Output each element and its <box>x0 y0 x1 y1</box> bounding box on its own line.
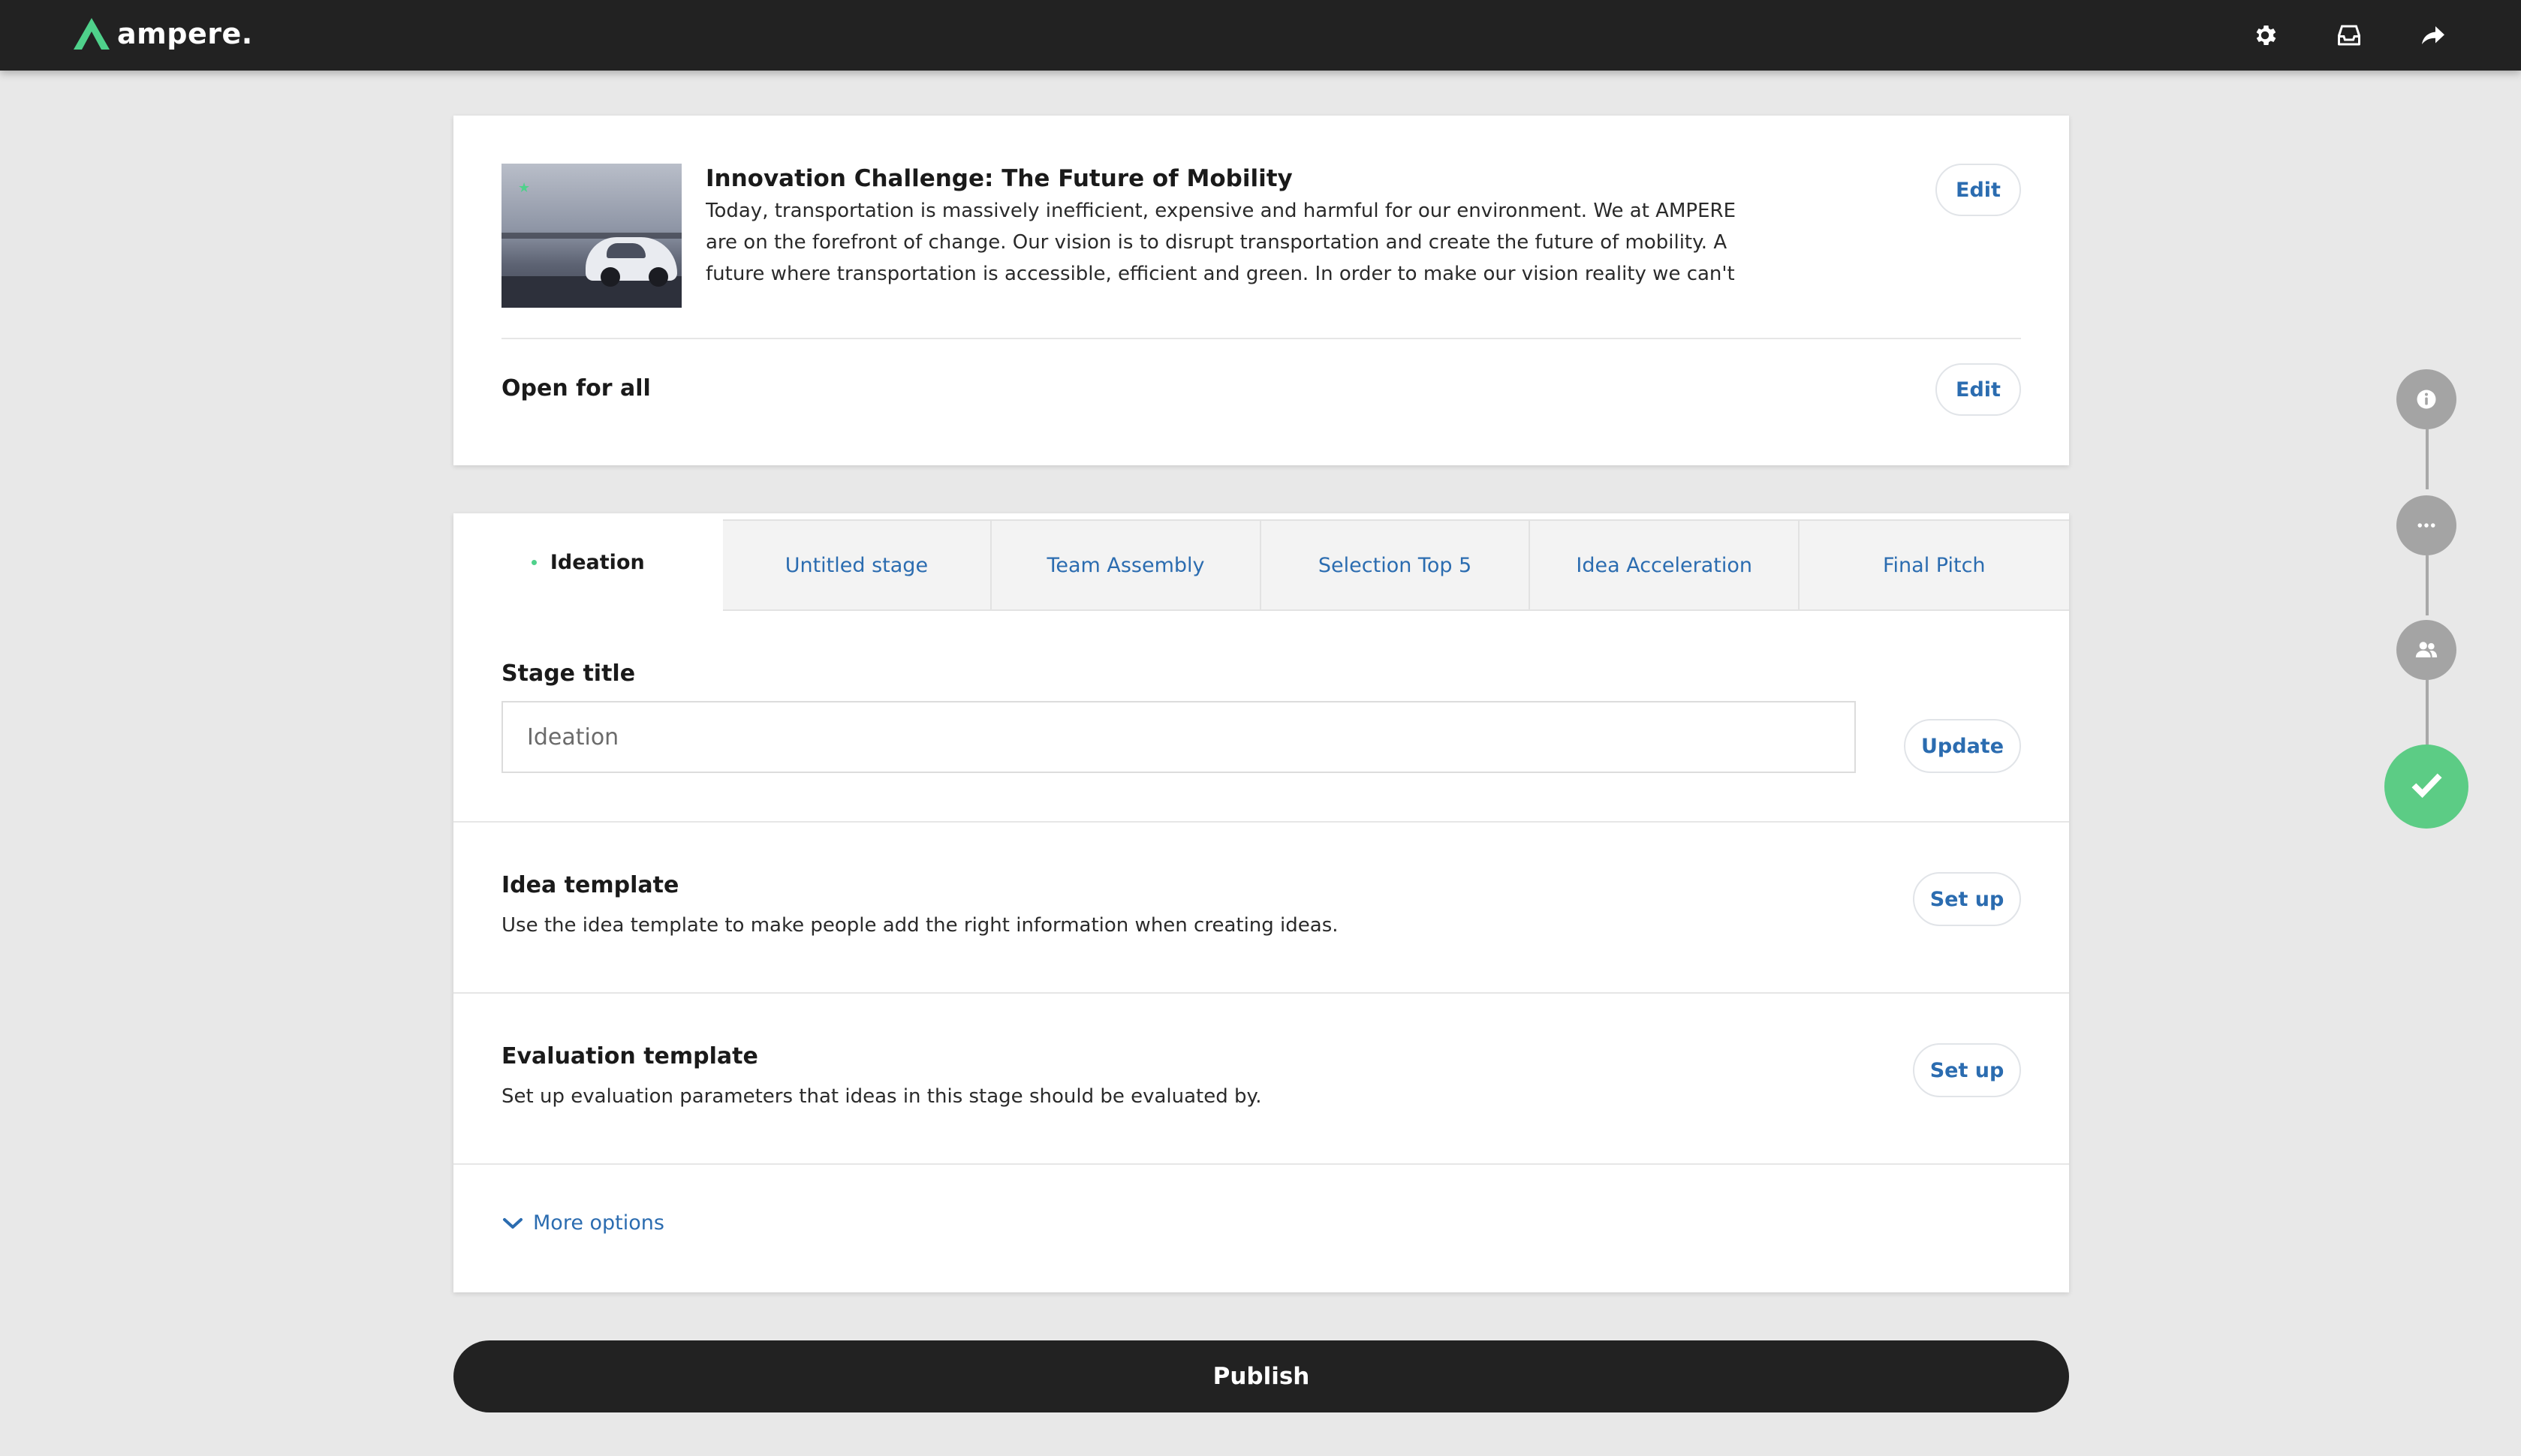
star-icon: ★ <box>518 180 531 196</box>
tab-untitled-stage[interactable]: Untitled stage <box>722 519 992 611</box>
progress-connector <box>2426 555 2429 615</box>
challenge-card: ★ Innovation Challenge: The Future of Mo… <box>453 116 2069 465</box>
challenge-description: Today, transportation is massively ineff… <box>706 200 1736 285</box>
tab-label: Untitled stage <box>785 553 929 577</box>
progress-connector <box>2426 680 2429 748</box>
inbox-icon <box>2338 25 2360 46</box>
top-bar: ampere. <box>0 0 2521 71</box>
progress-step-team[interactable] <box>2396 620 2456 680</box>
stage-tabs: Ideation Untitled stage Team Assembly Se… <box>453 513 2069 611</box>
idea-template-description: Use the idea template to make people add… <box>501 914 1339 937</box>
logo-text: ampere. <box>117 17 253 50</box>
info-icon <box>2417 390 2436 409</box>
tab-label: Idea Acceleration <box>1576 553 1752 577</box>
edit-challenge-button[interactable]: Edit <box>1935 164 2021 216</box>
settings-button[interactable] <box>2248 18 2282 53</box>
update-button[interactable]: Update <box>1904 719 2021 773</box>
inbox-button[interactable] <box>2332 18 2366 53</box>
divider <box>453 1163 2069 1165</box>
tab-team-assembly[interactable]: Team Assembly <box>992 519 1261 611</box>
challenge-title: Innovation Challenge: The Future of Mobi… <box>706 165 1293 192</box>
tab-label: Ideation <box>550 550 645 574</box>
progress-step-complete[interactable] <box>2384 745 2468 829</box>
active-dot-icon <box>531 559 537 565</box>
publish-button[interactable]: Publish <box>453 1340 2069 1412</box>
setup-evaluation-template-button[interactable]: Set up <box>1913 1043 2021 1097</box>
edit-access-button[interactable]: Edit <box>1935 363 2021 416</box>
access-label: Open for all <box>501 375 651 402</box>
stage-title-input[interactable] <box>501 701 1856 773</box>
progress-connector <box>2426 429 2429 489</box>
share-button[interactable] <box>2416 18 2450 53</box>
idea-template-title: Idea template <box>501 872 679 898</box>
tab-final-pitch[interactable]: Final Pitch <box>1799 519 2069 611</box>
tab-label: Final Pitch <box>1882 553 1986 577</box>
setup-idea-template-button[interactable]: Set up <box>1913 872 2021 926</box>
progress-step-info[interactable] <box>2396 369 2456 429</box>
chevron-down-icon <box>503 1217 523 1229</box>
progress-step-details[interactable] <box>2396 495 2456 555</box>
share-icon <box>2422 26 2444 44</box>
more-options-toggle[interactable]: More options <box>501 1211 664 1235</box>
check-icon <box>2411 773 2442 799</box>
logo[interactable]: ampere. <box>72 15 253 53</box>
tab-idea-acceleration[interactable]: Idea Acceleration <box>1530 519 1800 611</box>
tab-label: Selection Top 5 <box>1318 553 1472 577</box>
evaluation-template-title: Evaluation template <box>501 1043 758 1069</box>
divider <box>501 338 2021 339</box>
tab-ideation[interactable]: Ideation <box>453 513 723 611</box>
more-options-label: More options <box>533 1211 664 1235</box>
evaluation-template-description: Set up evaluation parameters that ideas … <box>501 1085 1262 1108</box>
ellipsis-icon <box>2417 523 2435 528</box>
gear-icon <box>2256 25 2276 46</box>
stage-card: Ideation Untitled stage Team Assembly Se… <box>453 513 2069 1292</box>
stage-title-label: Stage title <box>501 660 636 687</box>
users-icon <box>2415 642 2438 657</box>
divider <box>453 992 2069 994</box>
tab-label: Team Assembly <box>1047 553 1205 577</box>
ampere-logo-icon <box>74 18 110 50</box>
tab-selection-top-5[interactable]: Selection Top 5 <box>1260 519 1531 611</box>
divider <box>453 821 2069 823</box>
challenge-thumbnail: ★ <box>501 164 682 308</box>
